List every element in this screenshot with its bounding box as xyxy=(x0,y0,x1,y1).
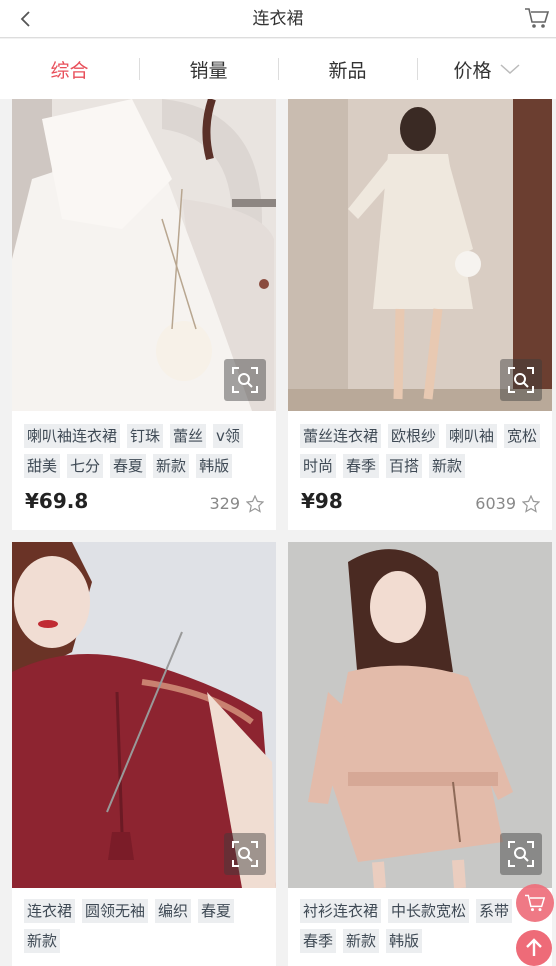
product-card[interactable]: 衬衫连衣裙 中长款宽松 系带 春季 新款 韩版 xyxy=(288,542,552,966)
cart-icon xyxy=(525,894,546,912)
product-card[interactable]: 喇叭袖连衣裙 钉珠 蕾丝 v领 甜美 七分 春夏 新款 韩版 ¥69.8 329 xyxy=(12,99,276,530)
tag[interactable]: 时尚 xyxy=(300,454,337,478)
tab-sales[interactable]: 销量 xyxy=(139,39,278,99)
tag-list: 喇叭袖连衣裙 钉珠 蕾丝 v领 甜美 七分 春夏 新款 韩版 xyxy=(24,424,270,478)
chevron-down-icon xyxy=(500,64,519,75)
tag[interactable]: 编织 xyxy=(155,899,192,923)
tag[interactable]: 衬衫连衣裙 xyxy=(300,899,382,923)
product-card[interactable]: 蕾丝连衣裙 欧根纱 喇叭袖 宽松 时尚 春季 百搭 新款 ¥98 6039 xyxy=(288,99,552,530)
sort-tabs: 综合 销量 新品 价格 xyxy=(0,39,556,99)
tag[interactable]: 春季 xyxy=(300,929,337,953)
cart-icon xyxy=(525,8,550,28)
sales-count: 329 xyxy=(209,494,264,513)
product-image xyxy=(12,99,276,411)
sales-number: 6039 xyxy=(475,494,516,513)
floating-cart-button[interactable] xyxy=(516,884,554,922)
zoom-icon xyxy=(508,367,534,393)
back-to-top-button[interactable] xyxy=(516,930,552,966)
zoom-button[interactable] xyxy=(224,833,266,875)
tag[interactable]: 中长款宽松 xyxy=(388,899,470,923)
tag[interactable]: 连衣裙 xyxy=(24,899,76,923)
star-icon[interactable] xyxy=(522,494,540,513)
product-image xyxy=(12,542,276,888)
tag[interactable]: 喇叭袖连衣裙 xyxy=(24,424,121,448)
tag[interactable]: 韩版 xyxy=(386,929,423,953)
tag[interactable]: 甜美 xyxy=(24,454,61,478)
zoom-button[interactable] xyxy=(224,359,266,401)
tag[interactable]: 春夏 xyxy=(198,899,235,923)
sales-count: 6039 xyxy=(475,494,540,513)
tag[interactable]: 春夏 xyxy=(110,454,147,478)
tab-label: 综合 xyxy=(50,59,89,82)
tag[interactable]: 春季 xyxy=(343,454,380,478)
page-title: 连衣裙 xyxy=(252,9,304,29)
cart-button[interactable] xyxy=(524,6,550,30)
product-card[interactable]: 连衣裙 圆领无袖 编织 春夏 新款 xyxy=(12,542,276,966)
tag-list: 连衣裙 圆领无袖 编织 春夏 新款 xyxy=(24,899,270,953)
zoom-button[interactable] xyxy=(500,833,542,875)
tag[interactable]: 新款 xyxy=(24,929,61,953)
tag[interactable]: 钉珠 xyxy=(127,424,164,448)
zoom-icon xyxy=(508,841,534,867)
star-icon[interactable] xyxy=(246,494,264,513)
zoom-icon xyxy=(232,367,258,393)
tag[interactable]: v领 xyxy=(213,424,243,448)
product-image xyxy=(288,99,552,411)
tag[interactable]: 蕾丝 xyxy=(170,424,207,448)
sales-number: 329 xyxy=(209,494,240,513)
tab-label: 价格 xyxy=(453,59,492,82)
tag-list: 衬衫连衣裙 中长款宽松 系带 春季 新款 韩版 xyxy=(300,899,546,953)
tab-label: 新品 xyxy=(328,59,367,82)
tag[interactable]: 新款 xyxy=(343,929,380,953)
arrow-up-icon xyxy=(526,938,542,956)
tag[interactable]: 圆领无袖 xyxy=(82,899,149,923)
top-bar: 连衣裙 xyxy=(0,0,556,38)
product-price: ¥69.8 xyxy=(25,489,89,513)
tag[interactable]: 百搭 xyxy=(386,454,423,478)
tab-comprehensive[interactable]: 综合 xyxy=(0,39,139,99)
tag[interactable]: 蕾丝连衣裙 xyxy=(300,424,382,448)
tag-list: 蕾丝连衣裙 欧根纱 喇叭袖 宽松 时尚 春季 百搭 新款 xyxy=(300,424,546,478)
tag[interactable]: 宽松 xyxy=(504,424,541,448)
zoom-icon xyxy=(232,841,258,867)
tag[interactable]: 七分 xyxy=(67,454,104,478)
tag[interactable]: 欧根纱 xyxy=(388,424,440,448)
tag[interactable]: 系带 xyxy=(476,899,513,923)
tab-label: 销量 xyxy=(189,59,228,82)
tag[interactable]: 韩版 xyxy=(196,454,233,478)
tag[interactable]: 新款 xyxy=(429,454,466,478)
product-price: ¥98 xyxy=(301,489,343,513)
tab-new[interactable]: 新品 xyxy=(278,39,417,99)
zoom-button[interactable] xyxy=(500,359,542,401)
product-image xyxy=(288,542,552,888)
tag[interactable]: 喇叭袖 xyxy=(446,424,498,448)
tag[interactable]: 新款 xyxy=(153,454,190,478)
tab-price[interactable]: 价格 xyxy=(417,39,556,99)
